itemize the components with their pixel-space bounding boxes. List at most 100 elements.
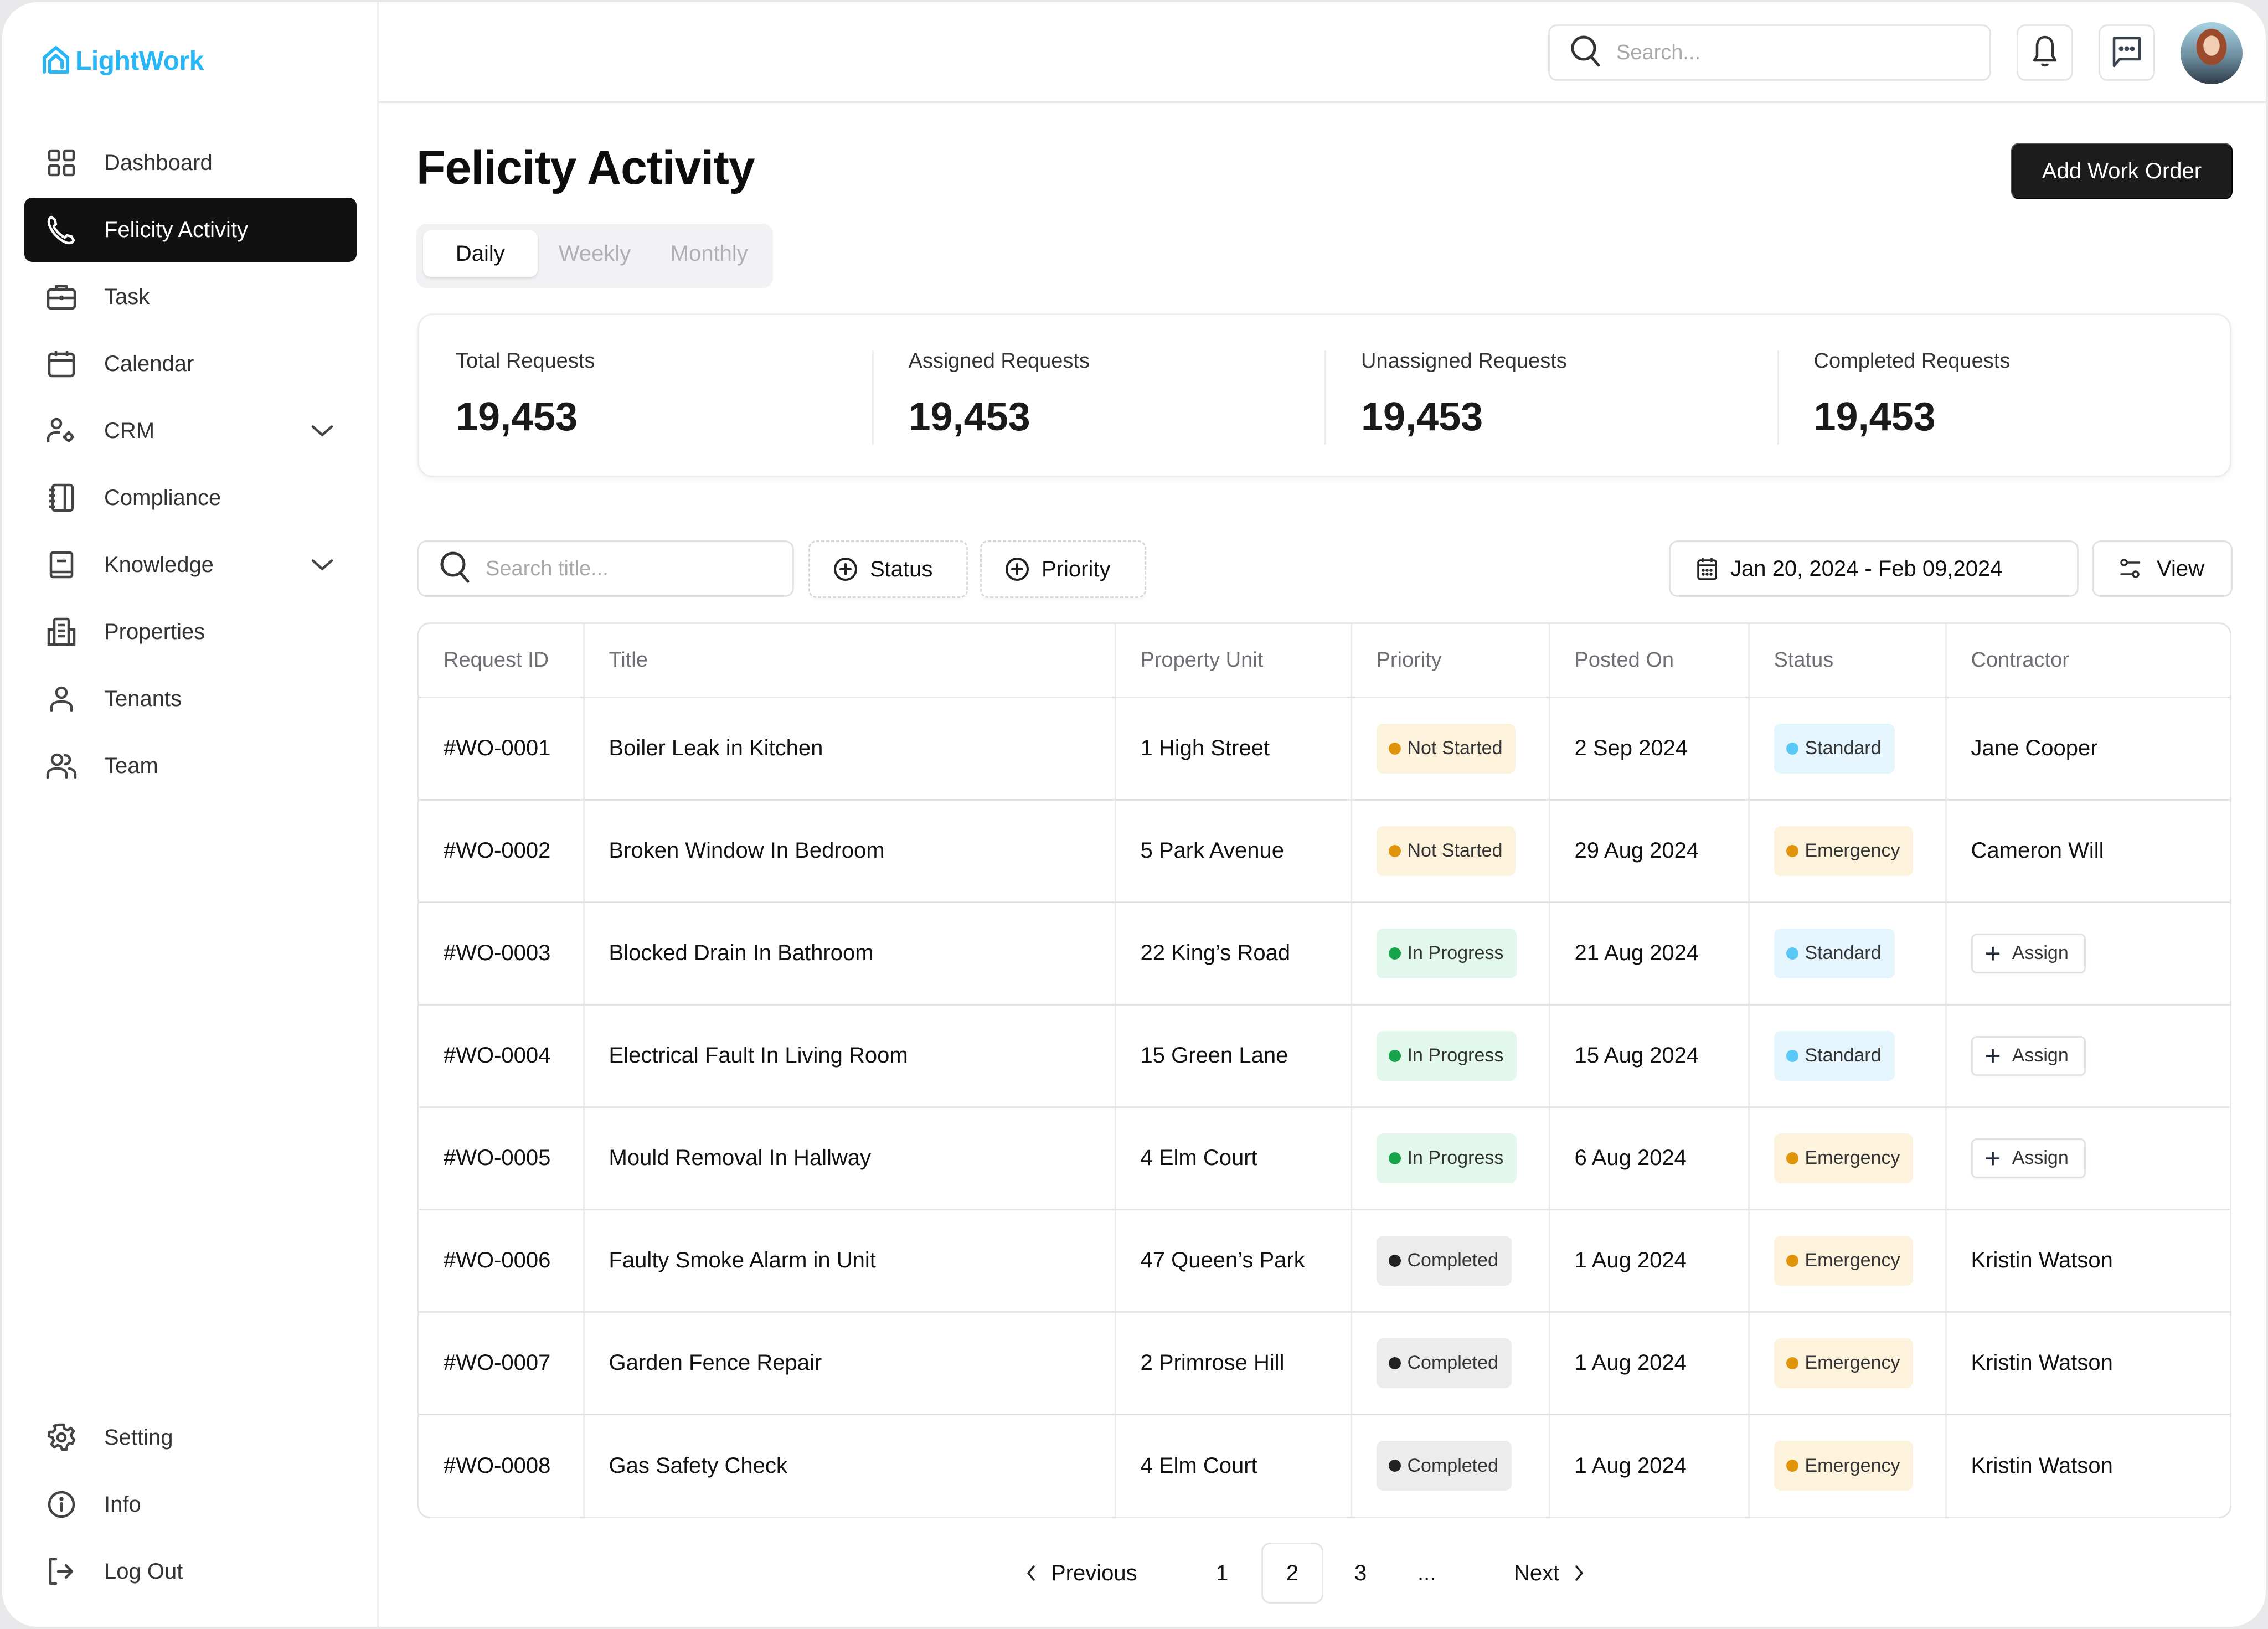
sidebar-item-felicity-activity[interactable]: Felicity Activity xyxy=(24,198,357,262)
table-row[interactable]: #WO-0003 Blocked Drain In Bathroom 22 King… xyxy=(419,902,2230,1006)
view-label: View xyxy=(2157,556,2204,581)
messages-button[interactable] xyxy=(2099,24,2155,81)
page-title: Felicity Activity xyxy=(416,141,755,194)
sidebar-item-logout[interactable]: Log Out xyxy=(24,1539,357,1604)
column-header-title[interactable]: Title xyxy=(584,624,1116,698)
next-page-button[interactable]: Next xyxy=(1514,1543,1584,1604)
status-filter-button[interactable]: Status xyxy=(808,540,968,598)
table-row[interactable]: #WO-0004 Electrical Fault In Living Room 1… xyxy=(419,1004,2230,1108)
table-row[interactable]: #WO-0005 Mould Removal In Hallway 4 Elm Co… xyxy=(419,1107,2230,1210)
stat-label: Total Requests xyxy=(456,349,595,373)
sidebar-item-info[interactable]: Info xyxy=(24,1472,357,1537)
page-3-button[interactable]: 3 xyxy=(1354,1543,1367,1604)
table-row[interactable]: #WO-0007 Garden Fence Repair 2 Primrose Hi… xyxy=(419,1312,2230,1415)
sidebar-item-label: Calendar xyxy=(104,351,194,376)
book-icon xyxy=(45,549,78,581)
sidebar-item-knowledge[interactable]: Knowledge xyxy=(24,533,357,597)
table-body: #WO-0001 Boiler Leak in Kitchen 1 High Str… xyxy=(419,697,2230,1517)
column-header-property-unit[interactable]: Property Unit xyxy=(1115,624,1352,698)
logo[interactable]: LightWork xyxy=(42,45,204,77)
status-dot-icon xyxy=(1786,1357,1798,1369)
sidebar-item-properties[interactable]: Properties xyxy=(24,600,357,664)
table-row[interactable]: #WO-0001 Boiler Leak in Kitchen 1 High Str… xyxy=(419,697,2230,801)
date-range-text: Jan 20, 2024 - Feb 09,2024 xyxy=(1730,556,2003,581)
column-header-request-id[interactable]: Request ID xyxy=(419,624,585,698)
property-unit-cell: 22 King’s Road xyxy=(1115,902,1352,1006)
column-header-posted-on[interactable]: Posted On xyxy=(1549,624,1750,698)
notifications-button[interactable] xyxy=(2017,24,2073,81)
sidebar-item-label: Team xyxy=(104,753,158,778)
sidebar: LightWork Dashboard Felicity Activity Ta… xyxy=(2,2,379,1627)
sidebar-item-dashboard[interactable]: Dashboard xyxy=(24,131,357,195)
assign-button[interactable]: + Assign xyxy=(1971,1035,2086,1076)
priority-cell: Completed xyxy=(1351,1414,1550,1517)
priority-label: Not Started xyxy=(1407,840,1503,861)
user-avatar[interactable] xyxy=(2181,22,2243,84)
title-cell: Boiler Leak in Kitchen xyxy=(584,697,1116,801)
posted-on-cell: 1 Aug 2024 xyxy=(1549,1209,1750,1313)
status-label: Standard xyxy=(1805,1045,1882,1066)
tab-daily[interactable]: Daily xyxy=(423,230,538,277)
status-dot-icon xyxy=(1388,1049,1401,1062)
sidebar-item-setting[interactable]: Setting xyxy=(24,1405,357,1470)
page-1-button[interactable]: 1 xyxy=(1216,1543,1228,1604)
tab-monthly[interactable]: Monthly xyxy=(652,230,766,277)
sidebar-item-label: CRM xyxy=(104,418,155,443)
contractor-cell: + Assign xyxy=(1946,1004,2230,1108)
chevron-down-icon[interactable] xyxy=(311,419,333,444)
date-range-picker[interactable]: Jan 20, 2024 - Feb 09,2024 xyxy=(1669,540,2079,597)
priority-cell: Not Started xyxy=(1351,697,1550,801)
pagination: Previous 1 2 3 ... Next xyxy=(379,1543,2266,1604)
sidebar-item-compliance[interactable]: Compliance xyxy=(24,466,357,530)
column-header-priority[interactable]: Priority xyxy=(1351,624,1550,698)
status-badge: Emergency xyxy=(1774,826,1914,876)
contractor-cell: + Assign xyxy=(1946,1107,2230,1210)
column-header-status[interactable]: Status xyxy=(1749,624,1947,698)
status-cell: Standard xyxy=(1749,1004,1947,1108)
tab-weekly[interactable]: Weekly xyxy=(538,230,652,277)
request-id-cell: #WO-0005 xyxy=(419,1107,585,1210)
global-search-input[interactable]: Search... xyxy=(1548,24,1991,81)
chevron-down-icon[interactable] xyxy=(311,553,333,578)
stat-value: 19,453 xyxy=(908,395,1030,439)
next-label: Next xyxy=(1514,1560,1560,1585)
assign-button[interactable]: + Assign xyxy=(1971,1138,2086,1178)
priority-filter-button[interactable]: Priority xyxy=(980,540,1146,598)
table-row[interactable]: #WO-0006 Faulty Smoke Alarm in Unit 47 Que… xyxy=(419,1209,2230,1313)
sidebar-item-crm[interactable]: CRM xyxy=(24,399,357,463)
sidebar-item-tenants[interactable]: Tenants xyxy=(24,667,357,731)
building-icon xyxy=(45,616,78,648)
priority-cell: In Progress xyxy=(1351,902,1550,1006)
page-2-button[interactable]: 2 xyxy=(1261,1543,1323,1604)
title-search-input[interactable]: Search title... xyxy=(417,540,794,597)
title-cell: Garden Fence Repair xyxy=(584,1312,1116,1415)
view-options-button[interactable]: View xyxy=(2092,540,2233,597)
add-work-order-button[interactable]: Add Work Order xyxy=(2011,143,2233,199)
assign-button[interactable]: + Assign xyxy=(1971,933,2086,973)
sidebar-item-task[interactable]: Task xyxy=(24,265,357,329)
request-id-cell: #WO-0002 xyxy=(419,800,585,903)
search-placeholder: Search... xyxy=(1616,40,1701,64)
request-id-cell: #WO-0008 xyxy=(419,1414,585,1517)
plus-circle-icon xyxy=(833,557,858,581)
column-header-contractor[interactable]: Contractor xyxy=(1946,624,2230,698)
stat-completed-requests: Completed Requests 19,453 xyxy=(1777,315,2230,476)
priority-label: In Progress xyxy=(1407,1147,1504,1168)
table-row[interactable]: #WO-0008 Gas Safety Check 4 Elm Court Compl… xyxy=(419,1414,2230,1517)
previous-label: Previous xyxy=(1051,1560,1137,1585)
status-dot-icon xyxy=(1786,947,1798,960)
sidebar-item-calendar[interactable]: Calendar xyxy=(24,332,357,396)
status-cell: Emergency xyxy=(1749,1312,1947,1415)
previous-page-button[interactable]: Previous xyxy=(1027,1543,1137,1604)
stat-unassigned-requests: Unassigned Requests 19,453 xyxy=(1324,315,1777,476)
plus-icon: + xyxy=(1984,937,2001,969)
main-content: Felicity Activity Add Work Order Daily W… xyxy=(379,103,2266,1627)
stat-value: 19,453 xyxy=(1813,395,1936,439)
contractor-cell: Jane Cooper xyxy=(1946,697,2230,801)
status-dot-icon xyxy=(1786,1460,1798,1472)
table-row[interactable]: #WO-0002 Broken Window In Bedroom 5 Park A… xyxy=(419,800,2230,903)
contractor-cell: Kristin Watson xyxy=(1946,1209,2230,1313)
logo-text: LightWork xyxy=(75,47,204,76)
sidebar-item-label: Log Out xyxy=(104,1559,183,1584)
sidebar-item-team[interactable]: Team xyxy=(24,734,357,798)
